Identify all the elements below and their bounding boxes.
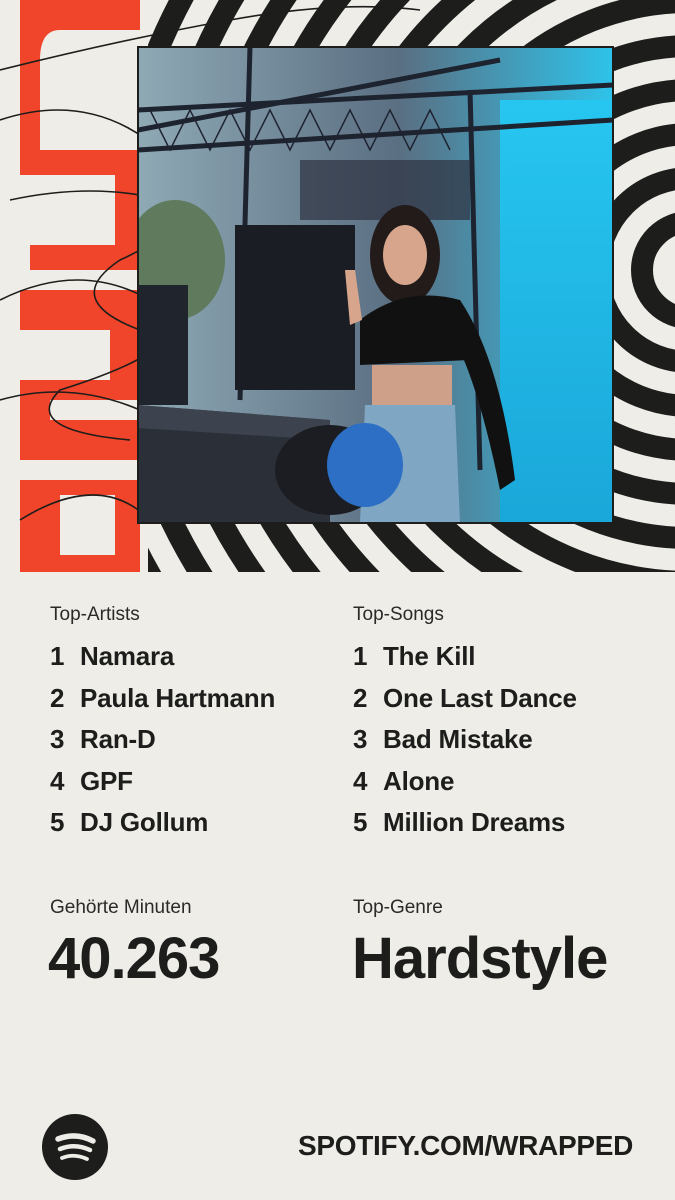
list-item: 1 Namara [50,641,275,683]
rank-number: 4 [353,765,368,796]
rank-number: 2 [353,682,368,713]
dj-photo [138,47,613,523]
rank-number: 5 [50,807,65,837]
minutes-label: Gehörte Minuten [50,897,192,918]
top-songs-label: Top-Songs [353,604,444,625]
rank-number: 4 [50,765,65,796]
list-item: 5 Million Dreams [353,807,577,849]
artist-name: DJ Gollum [80,807,209,837]
rank-number: 3 [50,724,65,754]
top-genre-label: Top-Genre [353,897,443,918]
song-title: Alone [383,765,455,796]
song-title: Million Dreams [383,807,566,837]
top-songs-list: 1 The Kill 2 One Last Dance 3 Bad Mistake 4… [353,641,577,849]
rank-number: 1 [50,641,65,671]
song-title: One Last Dance [383,682,577,713]
stripe-ring [631,212,675,328]
artist-name: Paula Hartmann [80,682,276,713]
artist-name: Namara [80,641,175,671]
list-item: 1 The Kill [353,641,577,683]
list-item: 4 Alone [353,766,577,808]
rank-number: 2 [50,682,65,713]
list-item: 3 Ran-D [50,724,275,766]
year-graphic [8,0,148,572]
list-item: 4 GPF [50,766,275,808]
artist-name: GPF [80,765,133,796]
minutes-value: 40.263 [48,926,220,991]
artist-name: Ran-D [80,724,156,754]
list-item: 3 Bad Mistake [353,724,577,766]
rank-number: 1 [353,641,368,671]
top-artists-label: Top-Artists [50,604,140,625]
rank-number: 5 [353,807,368,837]
header-graphic [0,0,675,572]
list-item: 5 DJ Gollum [50,807,275,849]
header-artwork [0,0,675,572]
song-title: The Kill [383,641,476,671]
spotify-logo-icon[interactable] [42,1114,108,1180]
top-artists-list: 1 Namara 2 Paula Hartmann 3 Ran-D 4 GPF 5 DJ … [50,641,275,849]
list-item: 2 One Last Dance [353,683,577,725]
song-title: Bad Mistake [383,724,533,754]
list-item: 2 Paula Hartmann [50,683,275,725]
rank-number: 3 [353,724,368,754]
wrapped-url-link[interactable]: SPOTIFY.COM/WRAPPED [298,1130,633,1162]
top-genre-value: Hardstyle [352,926,608,991]
